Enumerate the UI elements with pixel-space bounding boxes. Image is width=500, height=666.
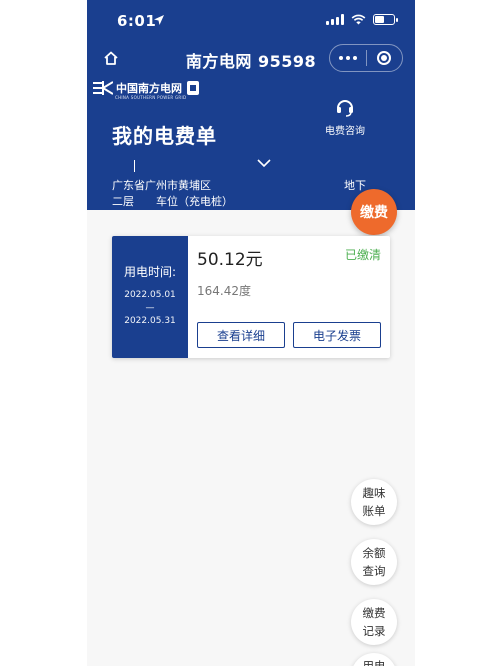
battery-icon xyxy=(373,14,398,25)
fun-bill-button[interactable]: 趣味 账单 xyxy=(351,479,397,525)
e-invoice-button[interactable]: 电子发票 xyxy=(293,322,381,348)
bill-usage: 164.42度 xyxy=(197,284,251,298)
address-line-2: 二层 车位（充电桩） xyxy=(112,195,233,208)
phone-screen: 6:01 南方电网 95598 中国南方电网 CHINA SOUTHERN PO… xyxy=(87,0,415,666)
brand-logo: 中国南方电网 xyxy=(93,80,199,96)
view-detail-button[interactable]: 查看详细 xyxy=(197,322,285,348)
bill-start-date: 2022.05.01 xyxy=(124,290,176,300)
mini-program-capsule xyxy=(329,44,403,72)
bill-period-label: 用电时间: xyxy=(123,265,177,279)
status-icons xyxy=(326,14,398,25)
logo-subtext: CHINA SOUTHERN POWER GRID xyxy=(115,95,187,100)
chevron-down-icon[interactable] xyxy=(257,158,271,168)
bill-end-date: 2022.05.31 xyxy=(124,316,176,326)
location-arrow-icon xyxy=(154,15,164,25)
payment-record-button[interactable]: 缴费 记录 xyxy=(351,599,397,645)
pay-button[interactable]: 缴费 xyxy=(351,189,397,235)
page-title: 我的电费单 xyxy=(112,124,217,148)
header: 6:01 南方电网 95598 中国南方电网 CHINA SOUTHERN PO… xyxy=(87,0,415,210)
status-time: 6:01 xyxy=(117,12,157,30)
balance-query-button[interactable]: 余额 查询 xyxy=(351,539,397,585)
logo-badge-icon xyxy=(187,81,199,95)
bill-amount: 50.12元 xyxy=(197,250,263,270)
signal-icon xyxy=(326,14,344,25)
wifi-icon xyxy=(351,14,366,25)
target-icon[interactable] xyxy=(367,45,403,71)
bill-date-dash: — xyxy=(145,303,155,313)
address-line-1: 广东省广州市黄埔区 xyxy=(112,179,211,192)
logo-text: 中国南方电网 xyxy=(116,82,182,95)
grid-logo-icon xyxy=(93,81,113,95)
bill-card: 用电时间: 2022.05.01 — 2022.05.31 50.12元 已缴清… xyxy=(112,236,390,358)
headset-icon xyxy=(337,100,353,117)
bill-status-badge: 已缴清 xyxy=(344,248,381,262)
consult-button[interactable]: 电费咨询 xyxy=(315,96,375,137)
bill-period-panel: 用电时间: 2022.05.01 — 2022.05.31 xyxy=(112,236,188,358)
consult-label: 电费咨询 xyxy=(325,126,365,137)
power-usage-button[interactable]: 用电 xyxy=(351,653,397,666)
account-selector-cursor xyxy=(134,160,135,172)
more-icon[interactable] xyxy=(330,45,366,71)
